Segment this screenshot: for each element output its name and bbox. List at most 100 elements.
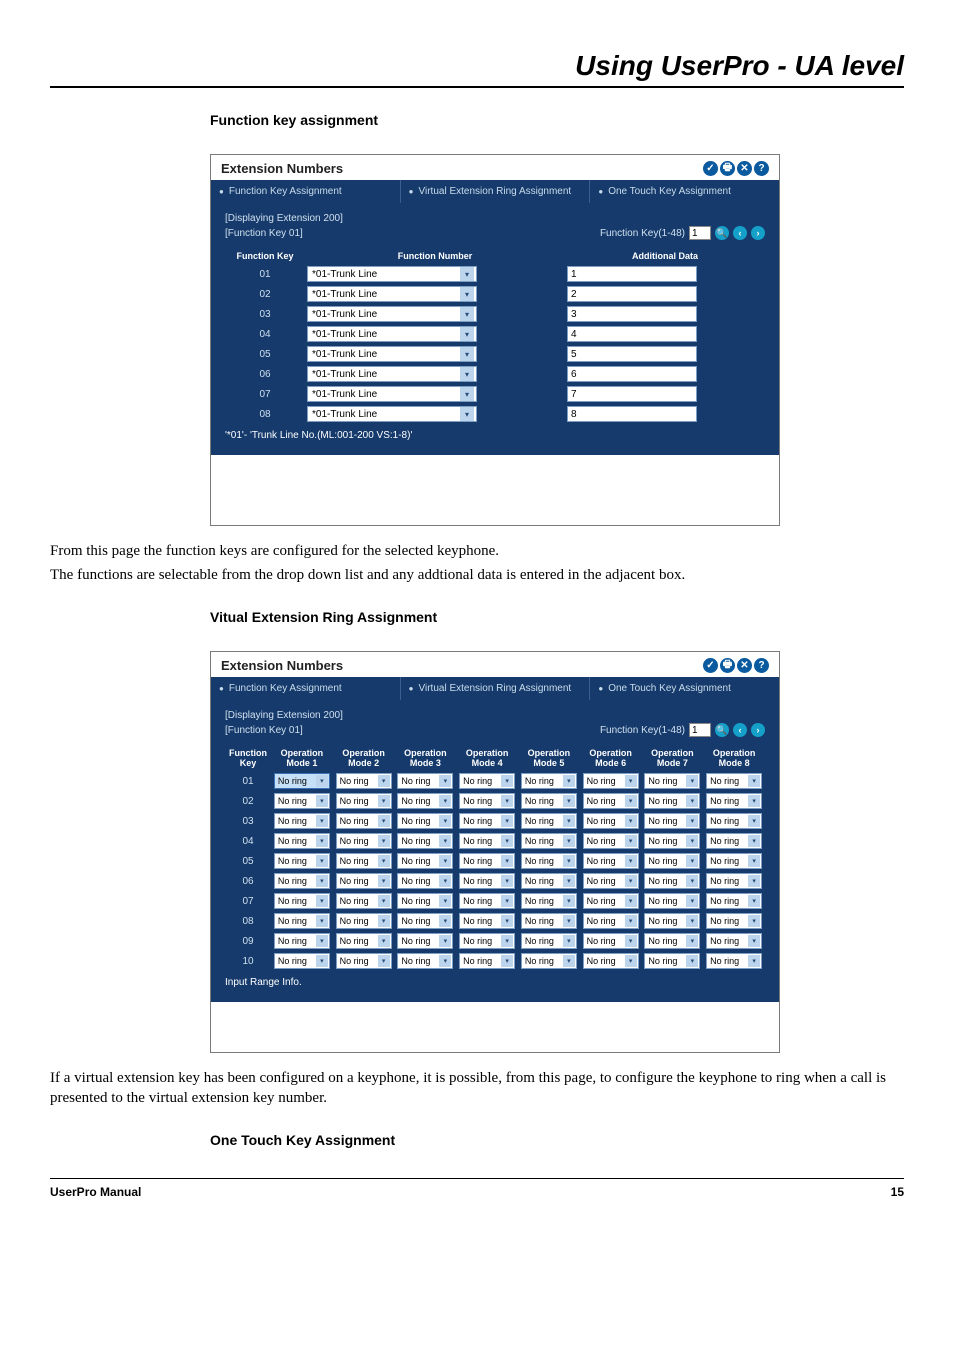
mode-select[interactable]: No ring▾ bbox=[459, 813, 515, 829]
tab-otka-2[interactable]: One Touch Key Assignment bbox=[590, 677, 779, 700]
mode-select[interactable]: No ring▾ bbox=[583, 893, 639, 909]
mode-select[interactable]: No ring▾ bbox=[397, 793, 453, 809]
mode-select[interactable]: No ring▾ bbox=[644, 773, 700, 789]
mode-select[interactable]: No ring▾ bbox=[397, 853, 453, 869]
fn-select[interactable]: *01-Trunk Line▾ bbox=[307, 306, 477, 322]
mode-select[interactable]: No ring▾ bbox=[459, 953, 515, 969]
mode-select[interactable]: No ring▾ bbox=[644, 913, 700, 929]
mode-select[interactable]: No ring▾ bbox=[644, 953, 700, 969]
mode-select[interactable]: No ring▾ bbox=[336, 793, 392, 809]
mode-select[interactable]: No ring▾ bbox=[521, 833, 577, 849]
mode-select[interactable]: No ring▾ bbox=[583, 933, 639, 949]
close-icon[interactable]: ✕ bbox=[737, 658, 752, 673]
mode-select[interactable]: No ring▾ bbox=[397, 773, 453, 789]
tab-fka[interactable]: Function Key Assignment bbox=[211, 180, 401, 203]
mode-select[interactable]: No ring▾ bbox=[706, 773, 762, 789]
mode-select[interactable]: No ring▾ bbox=[521, 953, 577, 969]
tab-fka-2[interactable]: Function Key Assignment bbox=[211, 677, 401, 700]
prev-icon[interactable]: ‹ bbox=[733, 226, 747, 240]
mode-select[interactable]: No ring▾ bbox=[583, 813, 639, 829]
help-icon[interactable]: ? bbox=[754, 658, 769, 673]
search-icon[interactable]: 🔍 bbox=[715, 723, 729, 737]
fn-select[interactable]: *01-Trunk Line▾ bbox=[307, 366, 477, 382]
mode-select[interactable]: No ring▾ bbox=[274, 773, 330, 789]
ad-input[interactable]: 5 bbox=[567, 346, 697, 362]
next-icon[interactable]: › bbox=[751, 723, 765, 737]
mode-select[interactable]: No ring▾ bbox=[336, 833, 392, 849]
mode-select[interactable]: No ring▾ bbox=[521, 793, 577, 809]
mode-select[interactable]: No ring▾ bbox=[644, 793, 700, 809]
mode-select[interactable]: No ring▾ bbox=[459, 773, 515, 789]
fk-range-input-2[interactable] bbox=[689, 723, 711, 737]
mode-select[interactable]: No ring▾ bbox=[521, 933, 577, 949]
mode-select[interactable]: No ring▾ bbox=[459, 853, 515, 869]
mode-select[interactable]: No ring▾ bbox=[706, 873, 762, 889]
mode-select[interactable]: No ring▾ bbox=[521, 873, 577, 889]
mode-select[interactable]: No ring▾ bbox=[459, 833, 515, 849]
mode-select[interactable]: No ring▾ bbox=[521, 913, 577, 929]
mode-select[interactable]: No ring▾ bbox=[583, 793, 639, 809]
mode-select[interactable]: No ring▾ bbox=[336, 893, 392, 909]
mode-select[interactable]: No ring▾ bbox=[583, 873, 639, 889]
ad-input[interactable]: 4 bbox=[567, 326, 697, 342]
mode-select[interactable]: No ring▾ bbox=[706, 953, 762, 969]
mode-select[interactable]: No ring▾ bbox=[706, 793, 762, 809]
mode-select[interactable]: No ring▾ bbox=[336, 913, 392, 929]
mode-select[interactable]: No ring▾ bbox=[521, 893, 577, 909]
fn-select[interactable]: *01-Trunk Line▾ bbox=[307, 326, 477, 342]
mode-select[interactable]: No ring▾ bbox=[274, 953, 330, 969]
help-icon[interactable]: ? bbox=[754, 161, 769, 176]
mode-select[interactable]: No ring▾ bbox=[521, 813, 577, 829]
fn-select[interactable]: *01-Trunk Line▾ bbox=[307, 346, 477, 362]
mode-select[interactable]: No ring▾ bbox=[336, 853, 392, 869]
mode-select[interactable]: No ring▾ bbox=[397, 813, 453, 829]
ad-input[interactable]: 6 bbox=[567, 366, 697, 382]
fn-select[interactable]: *01-Trunk Line▾ bbox=[307, 406, 477, 422]
mode-select[interactable]: No ring▾ bbox=[521, 853, 577, 869]
mode-select[interactable]: No ring▾ bbox=[583, 853, 639, 869]
mode-select[interactable]: No ring▾ bbox=[644, 833, 700, 849]
mode-select[interactable]: No ring▾ bbox=[706, 853, 762, 869]
mode-select[interactable]: No ring▾ bbox=[644, 873, 700, 889]
ad-input[interactable]: 3 bbox=[567, 306, 697, 322]
fn-select[interactable]: *01-Trunk Line▾ bbox=[307, 386, 477, 402]
print-icon[interactable]: 🖶 bbox=[720, 658, 735, 673]
mode-select[interactable]: No ring▾ bbox=[583, 953, 639, 969]
fk-range-input[interactable] bbox=[689, 226, 711, 240]
mode-select[interactable]: No ring▾ bbox=[336, 773, 392, 789]
mode-select[interactable]: No ring▾ bbox=[274, 813, 330, 829]
mode-select[interactable]: No ring▾ bbox=[274, 833, 330, 849]
mode-select[interactable]: No ring▾ bbox=[336, 933, 392, 949]
mode-select[interactable]: No ring▾ bbox=[274, 793, 330, 809]
mode-select[interactable]: No ring▾ bbox=[583, 773, 639, 789]
close-icon[interactable]: ✕ bbox=[737, 161, 752, 176]
mode-select[interactable]: No ring▾ bbox=[583, 833, 639, 849]
mode-select[interactable]: No ring▾ bbox=[459, 913, 515, 929]
prev-icon[interactable]: ‹ bbox=[733, 723, 747, 737]
mode-select[interactable]: No ring▾ bbox=[583, 913, 639, 929]
mode-select[interactable]: No ring▾ bbox=[706, 833, 762, 849]
mode-select[interactable]: No ring▾ bbox=[274, 933, 330, 949]
mode-select[interactable]: No ring▾ bbox=[521, 773, 577, 789]
mode-select[interactable]: No ring▾ bbox=[336, 873, 392, 889]
mode-select[interactable]: No ring▾ bbox=[274, 873, 330, 889]
print-icon[interactable]: 🖶 bbox=[720, 161, 735, 176]
tab-vera-2[interactable]: Virtual Extension Ring Assignment bbox=[401, 677, 591, 700]
ad-input[interactable]: 1 bbox=[567, 266, 697, 282]
ad-input[interactable]: 2 bbox=[567, 286, 697, 302]
mode-select[interactable]: No ring▾ bbox=[459, 873, 515, 889]
next-icon[interactable]: › bbox=[751, 226, 765, 240]
mode-select[interactable]: No ring▾ bbox=[397, 833, 453, 849]
mode-select[interactable]: No ring▾ bbox=[397, 933, 453, 949]
mode-select[interactable]: No ring▾ bbox=[397, 873, 453, 889]
fn-select[interactable]: *01-Trunk Line▾ bbox=[307, 286, 477, 302]
mode-select[interactable]: No ring▾ bbox=[274, 853, 330, 869]
mode-select[interactable]: No ring▾ bbox=[397, 913, 453, 929]
ad-input[interactable]: 7 bbox=[567, 386, 697, 402]
mode-select[interactable]: No ring▾ bbox=[274, 893, 330, 909]
mode-select[interactable]: No ring▾ bbox=[706, 913, 762, 929]
mode-select[interactable]: No ring▾ bbox=[336, 953, 392, 969]
mode-select[interactable]: No ring▾ bbox=[706, 893, 762, 909]
mode-select[interactable]: No ring▾ bbox=[274, 913, 330, 929]
mode-select[interactable]: No ring▾ bbox=[644, 813, 700, 829]
